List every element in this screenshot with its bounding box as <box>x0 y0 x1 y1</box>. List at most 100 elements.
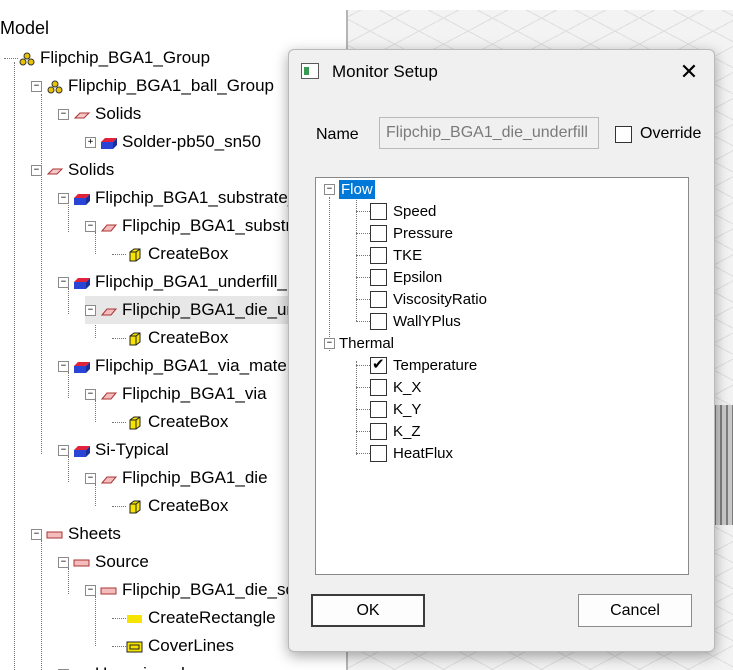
tree-item[interactable]: CreateBox <box>112 408 228 436</box>
tree-connector <box>112 617 126 619</box>
tree-item[interactable]: CreateBox <box>112 492 228 520</box>
expand-icon[interactable]: + <box>85 136 96 148</box>
quantity-label: Temperature <box>393 356 478 374</box>
dialog-title: Monitor Setup <box>332 62 438 81</box>
tree-item[interactable]: − Flipchip_BGA1_die <box>85 464 268 492</box>
tree-item[interactable]: − Sheets <box>31 520 121 548</box>
tree-item[interactable]: − Solids <box>31 156 114 184</box>
collapse-icon[interactable]: − <box>324 183 335 195</box>
collapse-icon[interactable]: − <box>85 584 96 596</box>
collapse-icon[interactable]: − <box>85 304 96 316</box>
quantity-wallyplus[interactable]: WallYPlus <box>356 310 461 332</box>
tree-item[interactable]: − Flipchip_BGA1_die_und <box>85 296 306 324</box>
collapse-icon[interactable]: − <box>58 360 69 372</box>
checkbox[interactable] <box>370 202 387 220</box>
collapse-icon[interactable]: − <box>31 80 42 92</box>
collapse-icon[interactable]: − <box>58 276 69 288</box>
checkbox[interactable] <box>370 355 387 374</box>
tree-item[interactable]: − Flipchip_BGA1_substrate_m <box>58 184 311 212</box>
collapse-icon[interactable]: − <box>324 337 335 349</box>
material-icon <box>73 359 91 373</box>
quantity-k_y[interactable]: K_Y <box>356 398 421 420</box>
checkbox[interactable] <box>370 378 387 396</box>
tree-item[interactable]: CoverLines <box>112 632 234 660</box>
sheet-icon <box>100 583 118 597</box>
tree-item-label: Solder-pb50_sn50 <box>122 132 261 151</box>
checkbox[interactable] <box>370 422 387 440</box>
tree-connector <box>356 430 370 432</box>
override-checkbox-box[interactable] <box>615 125 632 143</box>
tree-item[interactable]: − Flipchip_BGA1_ball_Group <box>31 72 274 100</box>
sheet-icon <box>46 527 64 541</box>
quantity-k_z[interactable]: K_Z <box>356 420 421 442</box>
checkbox[interactable] <box>370 444 387 462</box>
checkbox[interactable] <box>370 268 387 286</box>
tree-item[interactable]: − Source <box>58 548 149 576</box>
tree-connector <box>112 421 126 423</box>
checkbox[interactable] <box>370 312 387 330</box>
collapse-icon[interactable]: − <box>58 444 69 456</box>
override-checkbox[interactable]: Override <box>615 125 701 143</box>
quantity-speed[interactable]: Speed <box>356 200 436 222</box>
dialog-app-icon <box>301 63 319 79</box>
tree-connector <box>112 645 126 647</box>
checkbox[interactable] <box>370 400 387 418</box>
quantity-viscosityratio[interactable]: ViscosityRatio <box>356 288 487 310</box>
quantity-tke[interactable]: TKE <box>356 244 422 266</box>
tree-connector <box>4 57 18 59</box>
quantity-epsilon[interactable]: Epsilon <box>356 266 442 288</box>
tree-connector <box>112 505 126 507</box>
quantity-pressure[interactable]: Pressure <box>356 222 453 244</box>
dialog-title-bar[interactable]: Monitor Setup ✕ <box>289 50 714 96</box>
quantity-label: Epsilon <box>393 268 443 286</box>
quantity-label: K_X <box>393 378 422 396</box>
tree-item[interactable]: CreateBox <box>112 240 228 268</box>
createbox-icon <box>126 247 144 262</box>
quantity-heatflux[interactable]: HeatFlux <box>356 442 453 464</box>
tree-connector <box>356 254 370 256</box>
quantity-temperature[interactable]: Temperature <box>356 354 477 376</box>
collapse-icon[interactable]: − <box>31 528 42 540</box>
collapse-icon[interactable]: − <box>85 388 96 400</box>
tree-item[interactable]: −Unassigned <box>58 660 185 670</box>
tree-item[interactable]: − Flipchip_BGA1_substrat <box>85 212 305 240</box>
tree-item[interactable]: − Solids <box>58 100 141 128</box>
tree-item[interactable]: Flipchip_BGA1_Group <box>4 44 210 72</box>
tree-item[interactable]: − Flipchip_BGA1_die_sour <box>85 576 310 604</box>
tree-item-label: CreateBox <box>148 412 229 431</box>
tree-item[interactable]: + Solder-pb50_sn50 <box>85 128 261 156</box>
quantity-label: Speed <box>393 202 437 220</box>
tree-title: Model <box>0 18 50 38</box>
collapse-icon[interactable]: − <box>31 164 42 176</box>
material-icon <box>73 275 91 289</box>
cancel-button[interactable]: Cancel <box>578 594 692 627</box>
checkbox[interactable] <box>370 246 387 264</box>
ok-button[interactable]: OK <box>311 594 425 627</box>
quantity-label: TKE <box>393 246 423 264</box>
tree-item[interactable]: − Flipchip_BGA1_via_material <box>58 352 310 380</box>
tree-item[interactable]: − Flipchip_BGA1_via <box>85 380 267 408</box>
collapse-icon[interactable]: − <box>58 192 69 204</box>
tree-item[interactable]: CreateRectangle <box>112 604 276 632</box>
tree-item-label: Flipchip_BGA1_Group <box>40 48 211 67</box>
category-flow[interactable]: − Flow <box>324 178 375 200</box>
quantity-k_x[interactable]: K_X <box>356 376 421 398</box>
collapse-icon[interactable]: − <box>85 220 96 232</box>
tree-item-label: CreateRectangle <box>148 608 276 627</box>
collapse-icon[interactable]: − <box>58 108 69 120</box>
checkbox[interactable] <box>370 290 387 308</box>
monitor-setup-dialog: Monitor Setup ✕ Name Override −FlowSpeed… <box>288 49 715 652</box>
name-field[interactable] <box>379 117 599 149</box>
tree-item-label: Flipchip_BGA1_via <box>122 384 267 403</box>
collapse-icon[interactable]: − <box>58 556 69 568</box>
category-thermal[interactable]: − Thermal <box>324 332 394 354</box>
close-icon[interactable]: ✕ <box>674 59 704 87</box>
tree-connector <box>356 298 370 300</box>
collapse-icon[interactable]: − <box>85 472 96 484</box>
checkbox[interactable] <box>370 224 387 242</box>
tree-item-label: Si-Typical <box>95 440 169 459</box>
tree-item[interactable]: − Flipchip_BGA1_underfill_ma <box>58 268 310 296</box>
tree-item[interactable]: CreateBox <box>112 324 228 352</box>
tree-item[interactable]: − Si-Typical <box>58 436 169 464</box>
coverlines-icon <box>126 639 144 653</box>
